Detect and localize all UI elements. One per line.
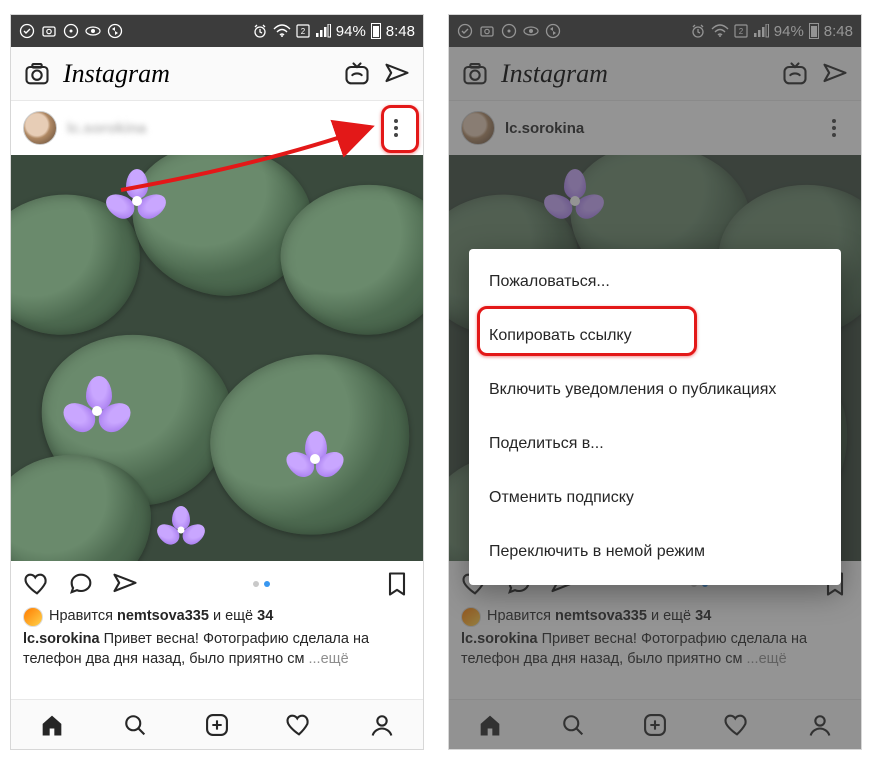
- compass-icon: [63, 23, 79, 39]
- post-actions: [11, 561, 423, 607]
- share-button[interactable]: [111, 570, 139, 598]
- post-header: lc.sorokina: [11, 101, 423, 155]
- phone-right: 2 94% 8:48 Instagram lc.sorokina: [448, 14, 862, 750]
- menu-unfollow[interactable]: Отменить подписку: [469, 471, 841, 525]
- app-header: Instagram: [11, 47, 423, 101]
- more-vertical-icon: [394, 126, 398, 130]
- alarm-icon: [252, 23, 268, 39]
- menu-mute[interactable]: Переключить в немой режим: [469, 525, 841, 579]
- caption: lc.sorokina Привет весна! Фотографию сде…: [23, 630, 411, 669]
- post-more-button[interactable]: [381, 113, 411, 143]
- camera-status-icon: [41, 23, 57, 39]
- sync-icon: [107, 23, 123, 39]
- comment-button[interactable]: [67, 570, 95, 598]
- likes-text[interactable]: Нравится nemtsova335 и ещё 34: [49, 607, 273, 627]
- post-username[interactable]: lc.sorokina: [67, 120, 146, 137]
- nav-profile[interactable]: [368, 711, 396, 739]
- menu-notifications[interactable]: Включить уведомления о публикациях: [469, 363, 841, 417]
- post-photo[interactable]: [11, 155, 423, 561]
- phone-left: 2 94% 8:48 Instagram lc.sorokina: [10, 14, 424, 750]
- menu-report[interactable]: Пожаловаться...: [469, 255, 841, 309]
- menu-share[interactable]: Поделиться в...: [469, 417, 841, 471]
- eye-icon: [85, 26, 101, 36]
- post-options-menu: Пожаловаться... Копировать ссылку Включи…: [469, 249, 841, 585]
- save-button[interactable]: [383, 570, 411, 598]
- nav-activity[interactable]: [285, 711, 313, 739]
- battery-icon: [371, 23, 381, 39]
- battery-pct: 94%: [336, 23, 366, 40]
- menu-copy-link[interactable]: Копировать ссылку: [469, 309, 841, 363]
- caption-more[interactable]: ...ещё: [309, 651, 349, 667]
- post-meta: Нравится nemtsova335 и ещё 34 lc.sorokin…: [11, 607, 423, 675]
- carousel-pager: [253, 581, 270, 587]
- like-button[interactable]: [23, 570, 51, 598]
- liker-avatar: [23, 607, 43, 627]
- camera-icon[interactable]: [23, 60, 51, 88]
- status-bar: 2 94% 8:48: [11, 15, 423, 47]
- nav-home[interactable]: [38, 711, 66, 739]
- wifi-icon: [273, 24, 291, 38]
- bottom-nav: [11, 699, 423, 749]
- igtv-icon[interactable]: [343, 60, 371, 88]
- sim-icon: 2: [296, 24, 310, 38]
- avatar[interactable]: [23, 111, 57, 145]
- nav-add[interactable]: [203, 711, 231, 739]
- clock: 8:48: [386, 23, 415, 40]
- signal-icon: [315, 24, 331, 38]
- check-circle-icon: [19, 23, 35, 39]
- messages-icon[interactable]: [383, 60, 411, 88]
- svg-text:2: 2: [301, 27, 306, 36]
- brand-logo: Instagram: [63, 59, 170, 89]
- nav-search[interactable]: [121, 711, 149, 739]
